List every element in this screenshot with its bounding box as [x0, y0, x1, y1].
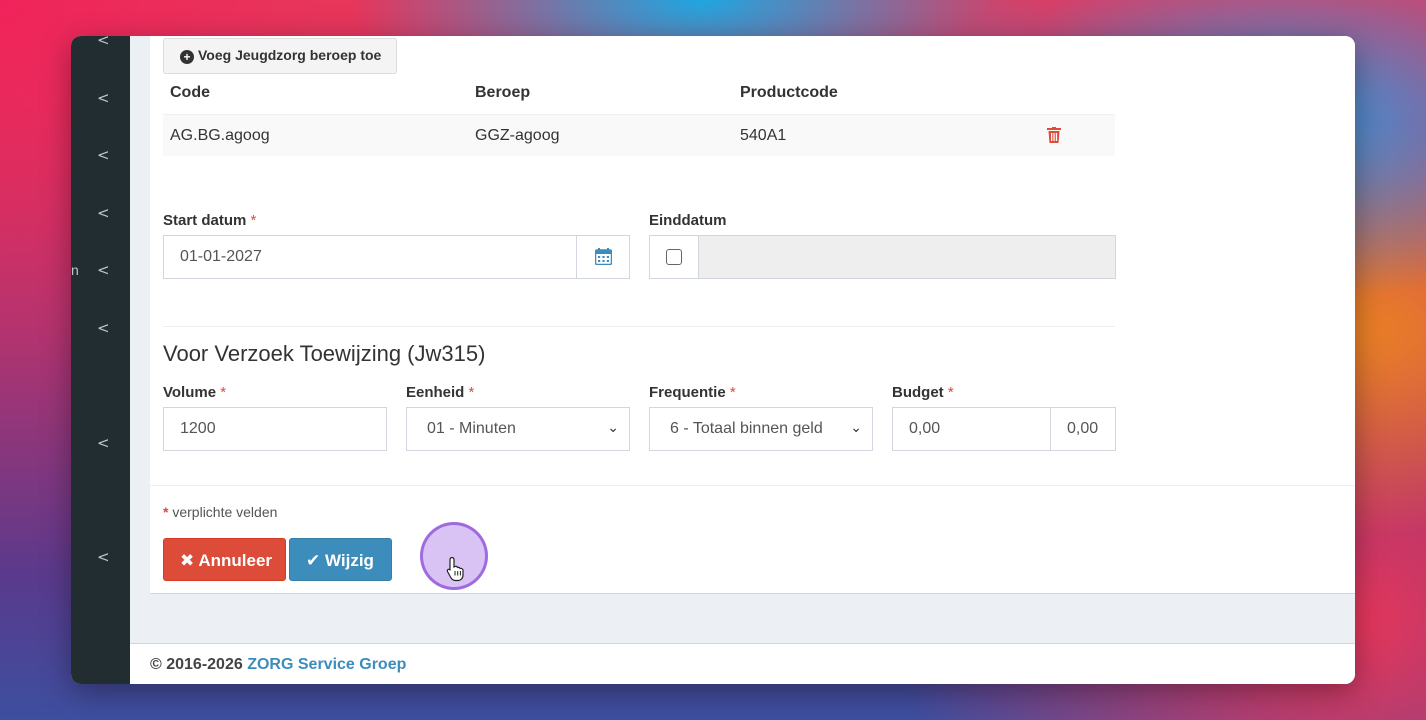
sidebar-chevron-icon[interactable]: <: [97, 148, 110, 163]
hand-pointer-icon: [446, 556, 464, 582]
unit-select-value: 01 - Minuten: [427, 420, 516, 437]
chevron-down-icon: ⌄: [847, 420, 862, 436]
volume-label: Volume *: [163, 384, 227, 401]
copyright-text: © 2016-2026: [150, 656, 243, 673]
form-card: + Voeg Jeugdzorg beroep toe Code Beroep P…: [150, 36, 1355, 594]
calendar-button[interactable]: [576, 235, 630, 279]
budget-label: Budget *: [892, 384, 954, 401]
volume-input[interactable]: 1200: [163, 407, 387, 451]
cancel-button-label: Annuleer: [198, 551, 273, 570]
end-date-label: Einddatum: [649, 212, 727, 229]
form-footer-divider: [150, 485, 1355, 486]
start-date-input[interactable]: 01-01-2027: [163, 235, 577, 279]
frequency-select-value: 6 - Totaal binnen geld: [670, 420, 823, 437]
unit-select[interactable]: 01 - Minuten ⌄: [406, 407, 630, 451]
close-icon: ✖: [180, 551, 195, 570]
end-date-input: [698, 235, 1116, 279]
brand-link[interactable]: ZORG Service Groep: [247, 656, 406, 673]
column-header-productcode: Productcode: [740, 84, 838, 101]
required-note: * verplichte velden: [163, 504, 278, 520]
budget-addon: 0,00: [1050, 407, 1116, 451]
column-header-code: Code: [170, 84, 210, 101]
allocation-section-title: Voor Verzoek Toewijzing (Jw315): [163, 341, 486, 366]
start-date-label: Start datum *: [163, 212, 257, 229]
sidebar-chevron-icon[interactable]: <: [97, 206, 110, 221]
frequency-label: Frequentie *: [649, 384, 736, 401]
cancel-button[interactable]: ✖ Annuleer: [163, 538, 286, 581]
sidebar-chevron-icon[interactable]: <: [97, 436, 110, 451]
calendar-icon: [595, 248, 612, 265]
section-divider: [163, 326, 1115, 327]
budget-input[interactable]: 0,00: [892, 407, 1052, 451]
column-header-beroep: Beroep: [475, 84, 531, 101]
trash-icon[interactable]: [1047, 127, 1061, 143]
chevron-down-icon: ⌄: [607, 420, 619, 436]
cell-beroep: GGZ-agoog: [475, 127, 560, 144]
end-date-checkbox[interactable]: [666, 249, 682, 265]
app-window: n < < < < < < < < + Voeg Jeugdzorg beroep…: [71, 36, 1355, 684]
sidebar: n < < < < < < < <: [71, 36, 130, 684]
frequency-select[interactable]: 6 - Totaal binnen geld ⌄: [649, 407, 873, 451]
sidebar-chevron-icon[interactable]: <: [97, 321, 110, 336]
check-icon: ✔: [306, 551, 321, 570]
plus-circle-icon: +: [180, 50, 194, 64]
save-button-label: Wijzig: [324, 551, 374, 570]
page-footer: © 2016-2026 ZORG Service Groep: [130, 643, 1355, 684]
sidebar-chevron-icon[interactable]: <: [97, 91, 110, 106]
sidebar-chevron-icon[interactable]: <: [97, 550, 110, 565]
table-row: AG.BG.agoog GGZ-agoog 540A1: [163, 114, 1115, 156]
add-profession-label: Voeg Jeugdzorg beroep toe: [198, 47, 382, 63]
sidebar-chevron-icon[interactable]: <: [97, 263, 110, 278]
cell-code: AG.BG.agoog: [170, 127, 270, 144]
sidebar-chevron-icon[interactable]: <: [97, 36, 110, 48]
main-content: + Voeg Jeugdzorg beroep toe Code Beroep P…: [130, 36, 1355, 684]
sidebar-partial-label: n: [71, 262, 79, 278]
save-button[interactable]: ✔ Wijzig: [289, 538, 392, 581]
end-date-checkbox-wrapper: [649, 235, 699, 279]
add-profession-button[interactable]: + Voeg Jeugdzorg beroep toe: [163, 38, 397, 74]
unit-label: Eenheid *: [406, 384, 475, 401]
cell-productcode: 540A1: [740, 127, 787, 144]
